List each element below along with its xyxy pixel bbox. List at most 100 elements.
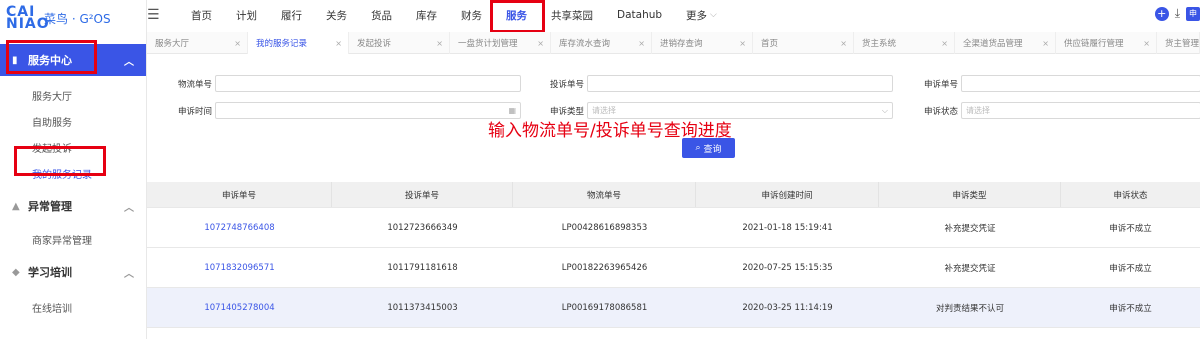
nav-item-datahub[interactable]: Datahub bbox=[605, 0, 674, 30]
search-icon: ⌕ bbox=[695, 143, 701, 153]
chevron-up-icon: ︿ bbox=[124, 202, 134, 214]
appeal-no-link[interactable]: 1071405278004 bbox=[147, 288, 332, 327]
sidebar-item-online-training[interactable]: 在线培训 bbox=[0, 294, 146, 320]
filter-appeal-no: 申诉单号 bbox=[920, 75, 1200, 92]
logistics-no-input[interactable] bbox=[215, 75, 521, 92]
filter-logistics-no: 物流单号 bbox=[170, 75, 521, 92]
complaint-no-input[interactable] bbox=[587, 75, 893, 92]
nav-item-plan[interactable]: 计划 bbox=[224, 0, 269, 30]
nav-item-customs[interactable]: 关务 bbox=[314, 0, 359, 30]
close-icon[interactable]: × bbox=[234, 39, 241, 48]
logo-mark: CAI NIAO bbox=[6, 4, 50, 32]
sidebar-group-service-center[interactable]: ▮ 服务中心 ︿ bbox=[0, 44, 146, 76]
appeal-status-select[interactable]: 请选择 bbox=[961, 102, 1200, 119]
sidebar-item-file-complaint[interactable]: 发起投诉 bbox=[0, 134, 146, 160]
appeal-no-link[interactable]: 1072748766408 bbox=[147, 208, 332, 247]
tab-purchase-sales[interactable]: 进销存查询 × bbox=[652, 32, 753, 54]
logistics-no-cell: LP00169178086581 bbox=[561, 302, 648, 313]
complaint-no-cell: 1011791181618 bbox=[387, 262, 458, 273]
close-icon[interactable]: × bbox=[1143, 39, 1150, 48]
nav-item-inventory[interactable]: 库存 bbox=[404, 0, 449, 30]
logistics-no-cell: LP00428616898353 bbox=[561, 222, 648, 233]
nav-item-service[interactable]: 服务 bbox=[494, 0, 539, 30]
avatar[interactable]: 申 bbox=[1186, 6, 1200, 21]
nav-item-shared-garden[interactable]: 共享菜园 bbox=[539, 0, 605, 30]
cainiao-logo[interactable]: CAI NIAO 菜鸟 · G²OS bbox=[0, 0, 146, 36]
close-icon[interactable]: × bbox=[638, 39, 645, 48]
complaint-no-cell: 1011373415003 bbox=[387, 302, 458, 313]
filter-complaint-no: 投诉单号 bbox=[546, 75, 893, 92]
tab-my-service-records[interactable]: 我的服务记录 × bbox=[248, 32, 349, 54]
column-header[interactable]: 申诉状态 bbox=[1061, 182, 1200, 207]
tab-inventory-plan[interactable]: 一盘货计划管理 × bbox=[450, 32, 551, 54]
graduation-cap-icon: ◆ bbox=[12, 266, 20, 278]
query-button[interactable]: ⌕ 查询 bbox=[682, 138, 735, 158]
column-header[interactable]: 投诉单号 bbox=[332, 182, 513, 207]
column-header[interactable]: 申诉创建时间 bbox=[696, 182, 879, 207]
complaint-no-cell: 1012723666349 bbox=[387, 222, 458, 233]
nav-right-tools: + ⤓ 申 bbox=[1154, 6, 1200, 21]
sidebar-item-service-hall[interactable]: 服务大厅 bbox=[0, 82, 146, 108]
sidebar-group-label: 服务中心 bbox=[28, 54, 72, 67]
appeal-type-cell: 补充提交凭证 bbox=[944, 223, 996, 234]
appeal-status-cell: 申诉不成立 bbox=[1109, 303, 1152, 314]
sidebar-item-self-service[interactable]: 自助服务 bbox=[0, 108, 146, 134]
nav-item-goods[interactable]: 货品 bbox=[359, 0, 404, 30]
logistics-no-cell: LP00182263965426 bbox=[561, 262, 648, 273]
tab-label: 进销存查询 bbox=[660, 39, 703, 49]
column-header[interactable]: 申诉类型 bbox=[879, 182, 1061, 207]
tab-owner-mgmt[interactable]: 货主管理 bbox=[1157, 32, 1200, 54]
sidebar-group-learning[interactable]: ◆ 学习培训 ︿ bbox=[0, 256, 146, 288]
column-header[interactable]: 物流单号 bbox=[513, 182, 696, 207]
download-icon[interactable]: ⤓ bbox=[1175, 6, 1180, 21]
table-header: 申诉单号 投诉单号 物流单号 申诉创建时间 申诉类型 申诉状态 bbox=[147, 182, 1200, 208]
close-icon[interactable]: × bbox=[335, 39, 342, 48]
sidebar-group-label: 学习培训 bbox=[28, 266, 72, 279]
nav-item-fulfillment[interactable]: 履行 bbox=[269, 0, 314, 30]
chevron-up-icon: ︿ bbox=[124, 268, 134, 280]
created-time-cell: 2021-01-18 15:19:41 bbox=[742, 222, 833, 233]
appeal-type-cell: 对判责结果不认可 bbox=[935, 303, 1004, 314]
close-icon[interactable]: × bbox=[1042, 39, 1049, 48]
sidebar-item-my-service-records[interactable]: 我的服务记录 bbox=[0, 160, 146, 186]
filter-label: 投诉单号 bbox=[549, 79, 584, 90]
tab-owner-system[interactable]: 货主系统 × bbox=[854, 32, 955, 54]
tab-stock-flow[interactable]: 库存流水查询 × bbox=[551, 32, 652, 54]
table-row[interactable]: 1072748766408 1012723666349 LP0042861689… bbox=[147, 208, 1200, 248]
column-header[interactable]: 申诉单号 bbox=[147, 182, 332, 207]
sidebar-group-label: 异常管理 bbox=[28, 200, 72, 213]
tab-label: 首页 bbox=[761, 39, 779, 49]
appeal-no-input[interactable] bbox=[961, 75, 1200, 92]
close-icon[interactable]: × bbox=[537, 39, 544, 48]
filter-appeal-status: 申诉状态 请选择 bbox=[920, 102, 1200, 119]
tab-file-complaint[interactable]: 发起投诉 × bbox=[349, 32, 450, 54]
tab-label: 库存流水查询 bbox=[559, 39, 611, 49]
created-time-cell: 2020-07-25 15:15:35 bbox=[742, 262, 833, 273]
table-row[interactable]: 1071405278004 1011373415003 LP0016917808… bbox=[147, 288, 1200, 328]
appeal-no-link[interactable]: 1071832096571 bbox=[147, 248, 332, 287]
nav-item-home[interactable]: 首页 bbox=[179, 0, 224, 30]
tab-label: 一盘货计划管理 bbox=[458, 39, 518, 49]
menu-toggle-icon[interactable]: ☰ bbox=[147, 7, 161, 23]
close-icon[interactable]: × bbox=[739, 39, 746, 48]
close-icon[interactable]: × bbox=[436, 39, 443, 48]
app-root: CAI NIAO 菜鸟 · G²OS ▮ 服务中心 ︿ 服务大厅 自助服务 发起… bbox=[0, 0, 1200, 339]
tab-supply-chain[interactable]: 供应链履行管理 × bbox=[1056, 32, 1157, 54]
tab-service-hall[interactable]: 服务大厅 × bbox=[147, 32, 248, 54]
tab-omni-goods[interactable]: 全渠道货品管理 × bbox=[955, 32, 1056, 54]
logo-text: 菜鸟 · G²OS bbox=[44, 11, 111, 26]
chevron-up-icon: ︿ bbox=[124, 56, 134, 68]
plus-icon[interactable]: + bbox=[1154, 6, 1169, 21]
close-icon[interactable]: × bbox=[840, 39, 847, 48]
sidebar-item-merchant-exception[interactable]: 商家异常管理 bbox=[0, 226, 146, 252]
close-icon[interactable]: × bbox=[941, 39, 948, 48]
tab-bar: 服务大厅 × 我的服务记录 × 发起投诉 × 一盘货计划管理 × 库存流水查询 × 进销存… bbox=[147, 32, 1200, 54]
table-row[interactable]: 1071832096571 1011791181618 LP0018226396… bbox=[147, 248, 1200, 288]
top-nav: ☰ 首页 计划 履行 关务 货品 库存 财务 服务 共享菜园 Datahub 更… bbox=[147, 0, 1200, 30]
filter-label: 物流单号 bbox=[177, 79, 212, 90]
sidebar-group-exception-mgmt[interactable]: ▲ 异常管理 ︿ bbox=[0, 190, 146, 222]
nav-item-more[interactable]: 更多 ⌵ bbox=[674, 0, 729, 30]
tab-home[interactable]: 首页 × bbox=[753, 32, 854, 54]
appeal-time-input[interactable]: ▦ bbox=[215, 102, 521, 119]
nav-item-finance[interactable]: 财务 bbox=[449, 0, 494, 30]
